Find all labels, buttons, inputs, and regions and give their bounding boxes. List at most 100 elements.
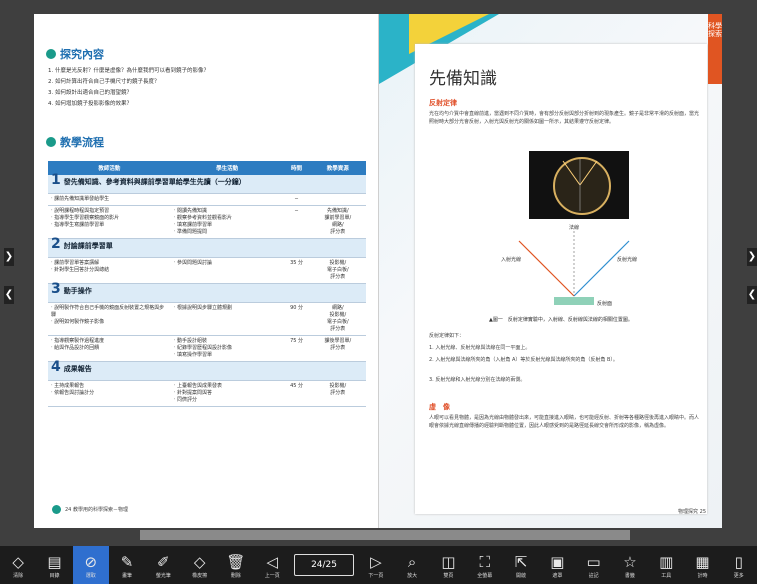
cell-time: ─ [283,205,310,239]
question-4: 4. 如何增加鏡子投影影像的效果？ [48,101,132,107]
pen-icon: ✎ [120,552,134,571]
stage-row: 4 成果報告 [48,359,366,381]
toolbar-label: 螢光筆 [155,572,171,579]
col-teacher: 教師活動 [48,161,171,175]
zoom-button[interactable]: ⌕ 放大 [394,546,430,584]
eraser-all-icon: ◇ [12,552,24,571]
cell-student [170,193,284,206]
more-icon: ▯ [734,552,743,571]
eraser-icon: ◇ [193,552,206,571]
toolbar-label: 註記 [588,572,599,579]
timer-icon: ▦ [695,552,710,571]
stage-row: 1 發先備知識、參考資料與課前學習單給學生先讀（一分鐘） [48,172,366,194]
page-title: 先備知識 [429,69,497,89]
right-page-footer: 物理探究 25 [678,509,706,515]
cell-res: 課後學習單/ 評分表 [309,335,366,362]
toolbar-label: 上一頁 [264,572,280,579]
select-button[interactable]: ⊘ 選取 [72,546,109,584]
toolbar-label: 放大 [407,572,418,579]
open-icon: ⇱ [514,552,528,571]
toolbar-label: 工具 [661,572,672,579]
toolbar-label: 下一頁 [368,572,384,579]
toolbar-label: 書籤 [624,572,635,579]
trash-icon: 🗑 [226,552,246,571]
stage-label: 成果報告 [63,365,92,373]
prev-page-button[interactable]: ◁ 上一頁 [254,546,290,584]
toolbar-label: 全螢幕 [477,572,493,579]
figure-caption: ▲圖一 反射定律實驗中，入射線、反射線與法線的相關位置圖。 [489,317,633,323]
stage-title: 3 動手操作 [48,281,366,303]
toolbar-label: 更多 [733,572,744,579]
open-book: 探究內容 1. 什麼是光反射？什麼是虛像？為什麼我們可以看到鏡子的影像？ 2. … [34,14,722,528]
bookmark-icon: ☆ [623,552,637,571]
select-icon: ⊘ [84,552,98,571]
protractor-photo [529,151,629,219]
cell-student: ‧ 上臺報告與成果發表 ‧ 針對提案問與答 ‧ 同儕評分 [170,380,284,407]
more-button[interactable]: ▯ 更多 [721,546,757,584]
stage-row: 3 動手操作 [48,281,366,303]
virtual-image-heading: 虛 像 [429,403,450,411]
cell-time: 75 分 [283,335,310,362]
bookmark-button[interactable]: ☆ 書籤 [612,546,648,584]
left-back-arrow[interactable]: ❮ [4,286,14,304]
col-student: 學生活動 [170,161,284,175]
cell-time: 90 分 [283,302,310,336]
note-button[interactable]: ▭ 註記 [575,546,611,584]
col-time: 時間 [283,161,310,175]
highlighter-button[interactable]: ✐ 螢光筆 [145,546,181,584]
pen-button[interactable]: ✎ 畫筆 [109,546,145,584]
reflection-heading: 反射定律 [429,99,457,107]
law-3: 3. 反射光線和入射光線分別在法線的兩側。 [429,377,526,383]
stage-number: 2 [51,236,61,252]
reflection-text: 光在均勻介質中會直線前進，當遇到不同介質時，會有部分反射與部分折射到的現象產生。… [429,111,700,125]
mirror-surface [554,297,594,305]
timer-button[interactable]: ▦ 計時 [684,546,720,584]
next-page-button[interactable]: ▷ 下一頁 [358,546,394,584]
right-back-arrow[interactable]: ❮ [747,286,757,304]
cell-res: 投影機/ 電子白板/ 評分表 [309,257,366,284]
two-page-button[interactable]: ◫ 雙頁 [430,546,466,584]
table-row: ‧ 說明課程時程與指定預習 ‧ 指導學生學習觀察鏡面的影片 ‧ 指導學生寫課前學… [48,205,366,239]
stage-title: 1 發先備知識、參考資料與課前學習單給學生先讀（一分鐘） [48,172,366,194]
cell-student: ‧ 閱讀先備知識 ‧ 觀察參考資料並觀看影片 ‧ 填寫課前學習單 ‧ 準備問題提… [170,205,284,239]
flow-heading: 教學流程 [46,134,104,150]
label-reflected: 反射光線 [617,256,637,263]
cell-teacher: ‧ 指導觀察製作過程進度 ‧ 給與作品設計的回饋 [48,335,171,362]
fullscreen-button[interactable]: ⛶ 全螢幕 [467,546,503,584]
mask-button[interactable]: ▣ 遮罩 [539,546,575,584]
stage-number: 3 [51,281,61,297]
eraser-button[interactable]: ◇ 橡皮擦 [181,546,217,584]
trash-button[interactable]: 🗑 刪除 [218,546,254,584]
stage-row: 2 討論課前學習單 [48,236,366,258]
tools-icon: ▥ [659,552,674,571]
page-number-input[interactable]: 24/25 [294,554,354,576]
side-tab[interactable]: 科學探索 [708,14,722,84]
cell-student: ‧ 根據說明與步驟立體規劃 [170,302,284,336]
cell-time: ─ [283,193,310,206]
horizontal-scrollbar[interactable] [140,530,630,540]
toolbar-label: 橡皮擦 [192,572,208,579]
ebook-viewer: ❯ ❮ ❯ ❮ 探究內容 1. 什麼是光反射？什麼是虛像？為什麼我們可以看到鏡子… [0,0,757,546]
cell-res [309,193,366,206]
right-next-arrow[interactable]: ❯ [747,248,757,266]
stage-number: 1 [51,172,61,188]
label-normal: 法線 [569,224,579,231]
toc-button[interactable]: ▤ 目錄 [36,546,72,584]
left-prev-arrow[interactable]: ❯ [4,248,14,266]
cell-time: 45 分 [283,380,310,407]
open-button[interactable]: ⇱ 開啟 [503,546,539,584]
gear-icon [46,49,56,59]
cell-teacher: ‧ 課前先備知識單發給學生 [48,193,171,206]
table-row: ‧ 課前先備知識單發給學生 ─ [48,193,366,206]
stage-number: 4 [51,359,61,375]
label-incident: 入射光線 [501,256,521,263]
tools-button[interactable]: ▥ 工具 [648,546,684,584]
col-resources: 教學資源 [309,161,366,175]
table-body: 1 發先備知識、參考資料與課前學習單給學生先讀（一分鐘） ‧ 課前先備知識單發給學生… [48,172,366,407]
stage-title: 4 成果報告 [48,359,366,381]
toc-icon: ▤ [47,552,62,571]
reflected-ray [573,240,630,297]
gear-icon [52,505,61,514]
incident-ray [518,240,575,297]
eraser-all-button[interactable]: ◇ 清除 [0,546,36,584]
